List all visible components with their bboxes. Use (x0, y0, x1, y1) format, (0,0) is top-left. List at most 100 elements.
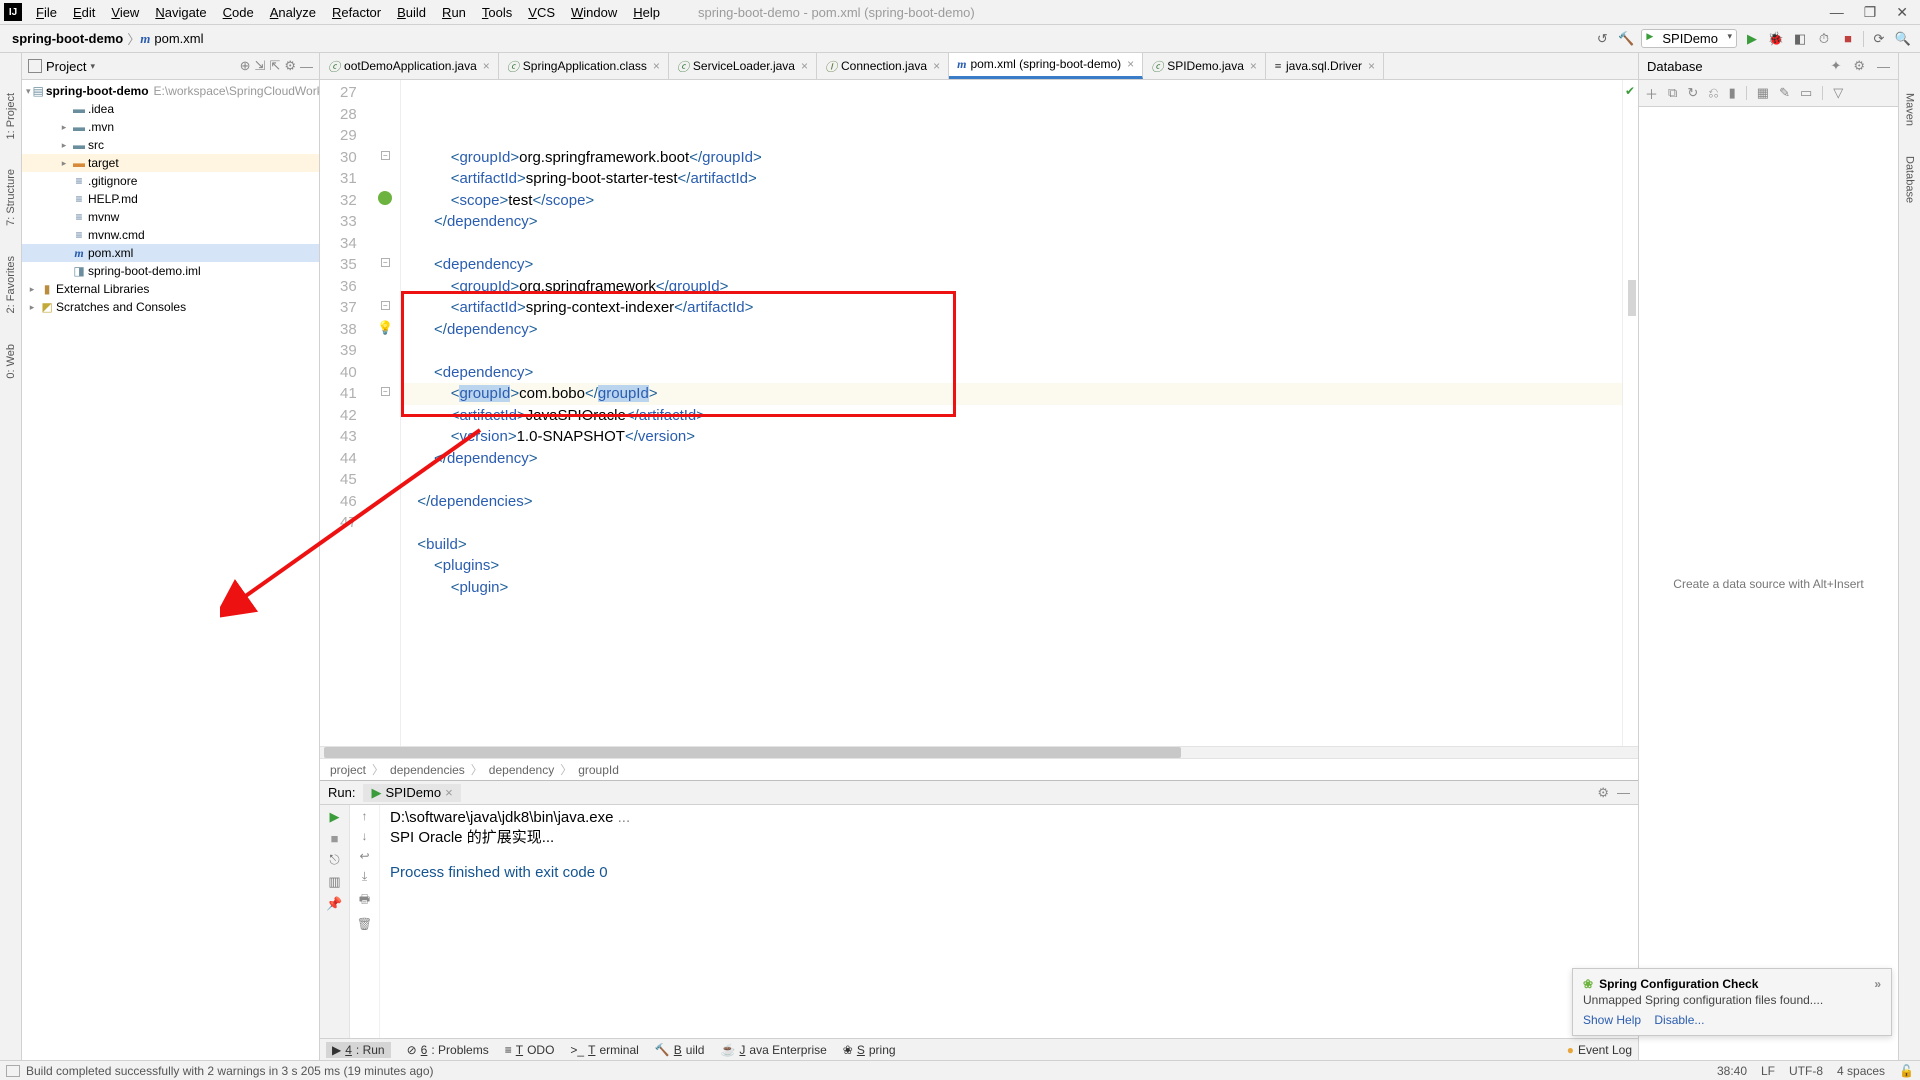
menu-refactor[interactable]: Refactor (324, 5, 389, 20)
menu-navigate[interactable]: Navigate (147, 5, 214, 20)
tab-close-icon[interactable]: × (1250, 59, 1257, 73)
chevron-down-icon[interactable]: ▾ (90, 61, 95, 72)
breadcrumb-file[interactable]: m pom.xml (140, 31, 203, 47)
tab-close-icon[interactable]: × (1368, 59, 1375, 73)
code-line-45[interactable]: <build> (401, 534, 1622, 556)
debug-icon[interactable]: 🐞 (1767, 30, 1785, 48)
code-line-27[interactable]: <groupId>org.springframework.boot</group… (401, 147, 1622, 169)
search-everywhere-icon[interactable]: 🔍 (1894, 30, 1912, 48)
bottom-tool-6--problems[interactable]: ⊘ 6: Problems (407, 1043, 489, 1057)
line-separator[interactable]: LF (1761, 1064, 1775, 1078)
tree-item-HELP-md[interactable]: ≡HELP.md (22, 190, 319, 208)
code-line-41[interactable]: </dependency> (401, 448, 1622, 470)
tree-item-spring-boot-demo-iml[interactable]: ◨spring-boot-demo.iml (22, 262, 319, 280)
error-stripe[interactable]: ✔ (1622, 80, 1638, 746)
db-settings-icon[interactable]: ⚙ (1853, 58, 1865, 74)
tree-item-pom-xml[interactable]: mpom.xml (22, 244, 319, 262)
project-tree[interactable]: ▾▤ spring-boot-demo E:\workspace\SpringC… (22, 80, 319, 1060)
softwrap-icon[interactable]: ↩ (359, 849, 369, 863)
code-line-30[interactable]: </dependency> (401, 211, 1622, 233)
recompile-icon[interactable]: ↺ (1593, 30, 1611, 48)
db-rollback-icon[interactable]: ⎌ (1708, 85, 1718, 101)
down-icon[interactable]: ↓ (362, 829, 368, 843)
db-new-icon[interactable]: ✦ (1830, 58, 1841, 74)
code-line-35[interactable]: </dependency> (401, 319, 1622, 341)
code-line-37[interactable]: <dependency> (401, 362, 1622, 384)
maximize-icon[interactable]: ❐ (1864, 4, 1877, 21)
hide-icon[interactable]: — (300, 59, 313, 74)
editor[interactable]: 2728293031323334353637383940414243444546… (320, 80, 1638, 746)
run-tab[interactable]: ▶SPIDemo× (363, 784, 460, 802)
tab-springapplication-class[interactable]: ⓒSpringApplication.class× (499, 53, 669, 79)
rail-project[interactable]: 1: Project (5, 93, 17, 139)
tree-item--mvn[interactable]: ▸▬.mvn (22, 118, 319, 136)
tab-connection-java[interactable]: ⒾConnection.java× (817, 53, 949, 79)
menu-code[interactable]: Code (215, 5, 262, 20)
close-icon[interactable]: ✕ (1896, 4, 1908, 21)
menu-vcs[interactable]: VCS (520, 5, 563, 20)
code-line-28[interactable]: <artifactId>spring-boot-starter-test</ar… (401, 168, 1622, 190)
project-dropdown[interactable]: Project (46, 59, 86, 74)
db-hide-icon[interactable]: — (1877, 59, 1890, 74)
db-filter-icon[interactable]: ▽ (1833, 85, 1843, 101)
menu-analyze[interactable]: Analyze (262, 5, 324, 20)
spring-gutter-icon[interactable] (378, 191, 392, 205)
print-icon[interactable]: 🖶 (359, 890, 370, 911)
code-line-43[interactable]: </dependencies> (401, 491, 1622, 513)
notif-disable[interactable]: Disable... (1654, 1013, 1704, 1027)
rail-favorites[interactable]: 2: Favorites (5, 256, 17, 313)
bottom-tool-terminal[interactable]: >_ Terminal (570, 1043, 638, 1057)
tree-item--idea[interactable]: ▬.idea (22, 100, 319, 118)
bottom-tool-spring[interactable]: ❀ Spring (843, 1043, 896, 1057)
code-line-44[interactable] (401, 512, 1622, 534)
code-line-46[interactable]: <plugins> (401, 555, 1622, 577)
expand-all-icon[interactable]: ⇲ (255, 58, 266, 74)
bottom-tool-todo[interactable]: ≡ TODO (505, 1043, 555, 1057)
code-line-33[interactable]: <groupId>org.springframework</groupId> (401, 276, 1622, 298)
scratches[interactable]: ▸◩ Scratches and Consoles (22, 298, 319, 316)
file-encoding[interactable]: UTF-8 (1789, 1064, 1823, 1078)
db-edit-icon[interactable]: ✎ (1779, 85, 1790, 101)
bottom-tool-java-enterprise[interactable]: ☕ Java Enterprise (720, 1043, 826, 1057)
tab-spidemo-java[interactable]: ⓒSPIDemo.java× (1143, 53, 1266, 79)
menu-view[interactable]: View (103, 5, 147, 20)
bottom-tool-4--run[interactable]: ▶ 4: Run (326, 1042, 391, 1058)
tab-pom-xml--spring-boot-demo-[interactable]: mpom.xml (spring-boot-demo)× (949, 53, 1143, 79)
notif-show-help[interactable]: Show Help (1583, 1013, 1641, 1027)
code-line-39[interactable]: <artifactId>JavaSPIOracle</artifactId> (401, 405, 1622, 427)
rail-structure[interactable]: 7: Structure (5, 169, 17, 226)
code-line-38[interactable]: <groupId>com.bobo</groupId> (401, 383, 1622, 405)
clear-icon[interactable]: 🗑 (357, 917, 372, 931)
db-refresh-icon[interactable]: ↻ (1687, 85, 1698, 101)
readonly-lock-icon[interactable]: 🔓 (1899, 1064, 1914, 1078)
db-duplicate-icon[interactable]: ⧉ (1668, 85, 1677, 101)
tab-close-icon[interactable]: × (933, 59, 940, 73)
tab-close-icon[interactable]: × (801, 59, 808, 73)
menu-edit[interactable]: Edit (65, 5, 103, 20)
db-table-icon[interactable]: ▦ (1757, 85, 1769, 101)
editor-breadcrumb[interactable]: project〉 dependencies〉 dependency〉 group… (320, 758, 1638, 780)
menu-build[interactable]: Build (389, 5, 434, 20)
toolwindow-toggle-icon[interactable] (6, 1065, 20, 1077)
code-line-29[interactable]: <scope>test</scope> (401, 190, 1622, 212)
run-config-combo[interactable]: SPIDemo (1641, 29, 1737, 48)
code-line-32[interactable]: <dependency> (401, 254, 1622, 276)
menu-tools[interactable]: Tools (474, 5, 520, 20)
rerun-icon[interactable]: ▶ (330, 809, 340, 825)
breadcrumb-root[interactable]: spring-boot-demo (8, 31, 127, 46)
menu-window[interactable]: Window (563, 5, 625, 20)
fold-icon[interactable]: − (381, 387, 390, 396)
tree-root[interactable]: ▾▤ spring-boot-demo E:\workspace\SpringC… (22, 82, 319, 100)
fold-icon[interactable]: − (381, 258, 390, 267)
gear-icon[interactable]: ⚙ (284, 58, 296, 74)
profile-icon[interactable]: ⏱ (1815, 30, 1833, 48)
rail-maven[interactable]: Maven (1904, 93, 1916, 126)
db-stop2-icon[interactable]: ▮ (1729, 85, 1736, 101)
external-libraries[interactable]: ▸▮ External Libraries (22, 280, 319, 298)
tab-close-icon[interactable]: × (653, 59, 660, 73)
db-view-icon[interactable]: ▭ (1800, 85, 1812, 101)
tree-item-src[interactable]: ▸▬src (22, 136, 319, 154)
editor-h-scrollbar[interactable] (320, 746, 1638, 758)
indent-setting[interactable]: 4 spaces (1837, 1064, 1885, 1078)
tree-item--gitignore[interactable]: ≡.gitignore (22, 172, 319, 190)
